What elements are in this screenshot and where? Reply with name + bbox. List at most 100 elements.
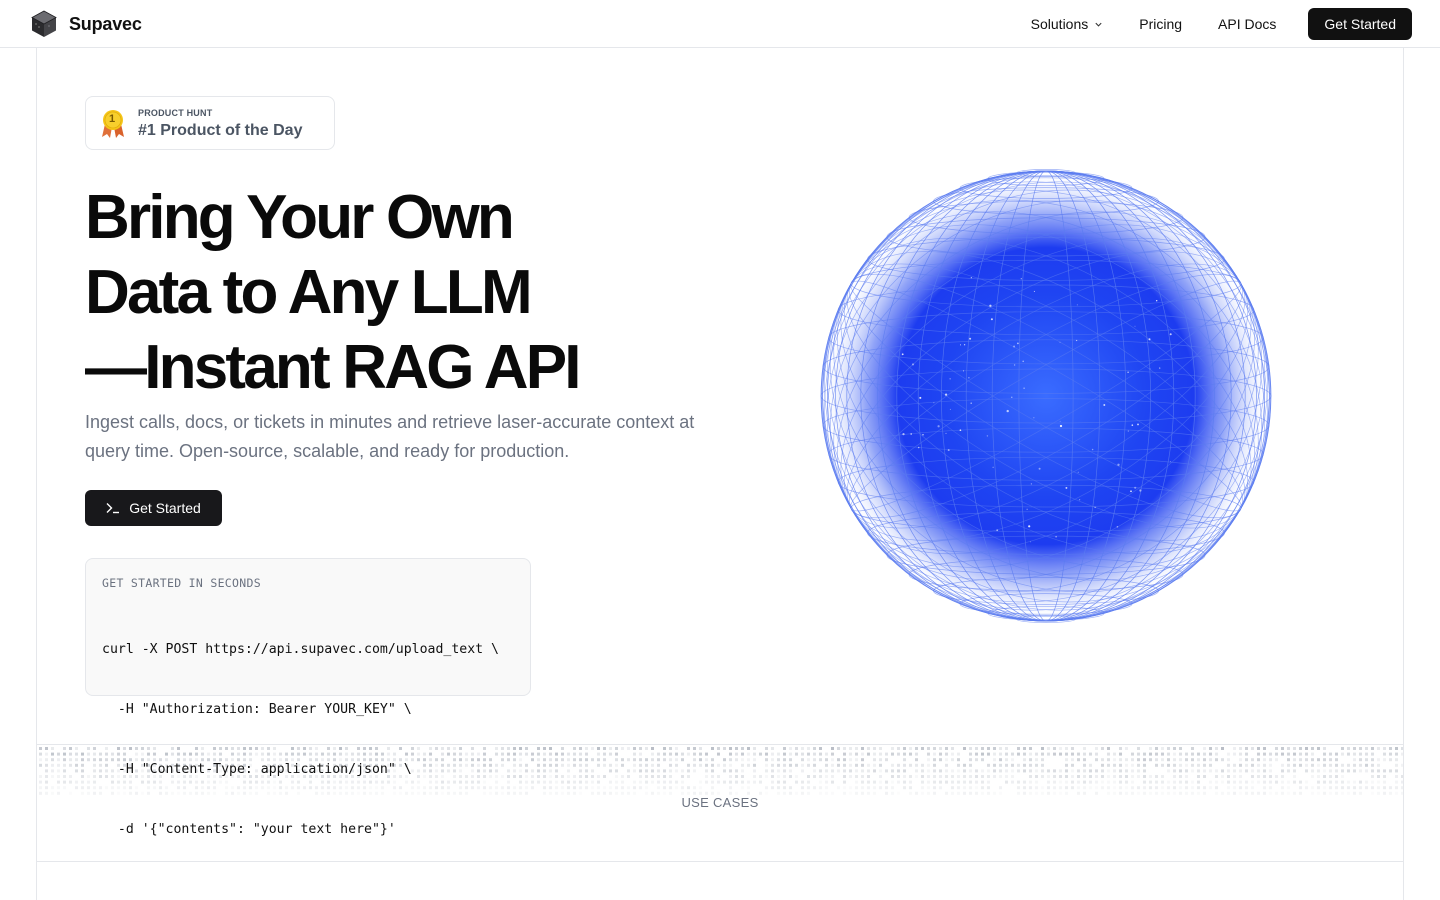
band-dot — [711, 758, 714, 762]
band-dot — [1245, 780, 1248, 784]
band-dot — [1125, 763, 1128, 767]
band-dot — [1047, 775, 1050, 778]
band-dot — [669, 758, 672, 762]
band-dot — [579, 747, 582, 750]
band-dot — [915, 752, 918, 756]
nav-get-started-button[interactable]: Get Started — [1308, 8, 1412, 40]
band-dot — [591, 769, 594, 773]
band-dot — [561, 780, 564, 784]
globe-star — [1117, 463, 1120, 466]
band-dot — [927, 763, 930, 767]
band-dot — [969, 786, 972, 790]
band-dot — [1005, 780, 1008, 784]
band-dot — [1263, 786, 1266, 790]
band-dot — [1101, 763, 1104, 767]
band-dot — [801, 786, 804, 790]
band-dot — [1323, 747, 1326, 750]
band-dot — [1083, 747, 1086, 750]
band-dot — [1167, 752, 1170, 756]
product-hunt-badge[interactable]: 1 PRODUCT HUNT #1 Product of the Day — [85, 96, 335, 150]
band-dot — [1365, 758, 1368, 762]
band-dot — [1191, 747, 1194, 750]
band-dot — [867, 775, 870, 778]
band-dot — [669, 752, 672, 756]
globe-star — [919, 396, 922, 399]
band-dot — [1311, 763, 1314, 767]
band-dot — [531, 758, 534, 762]
band-dot — [801, 769, 804, 773]
band-dot — [1359, 758, 1362, 762]
band-dot — [1233, 786, 1236, 790]
band-dot — [837, 786, 840, 790]
band-dot — [1095, 758, 1098, 762]
band-dot — [1107, 747, 1110, 750]
globe-star — [1075, 339, 1078, 342]
band-dot — [1245, 786, 1248, 790]
code-block[interactable]: curl -X POST https://api.supavec.com/upl… — [102, 600, 499, 880]
band-dot — [819, 769, 822, 773]
band-dot — [879, 780, 882, 784]
band-dot — [1131, 758, 1134, 762]
nav-link-solutions[interactable]: Solutions — [1013, 8, 1122, 40]
band-dot — [597, 752, 600, 756]
band-dot — [885, 786, 888, 790]
band-dot — [1071, 786, 1074, 790]
band-dot — [519, 769, 522, 773]
band-dot — [1053, 780, 1056, 784]
band-dot — [1053, 775, 1056, 778]
nav-link-api-docs[interactable]: API Docs — [1200, 8, 1294, 40]
globe-star — [1130, 490, 1132, 493]
code-line: -d '{"contents": "your text here"}' — [102, 822, 396, 837]
band-dot — [1371, 775, 1374, 778]
band-dot — [1119, 780, 1122, 784]
band-dot — [645, 758, 648, 762]
band-dot — [747, 763, 750, 767]
band-dot — [591, 758, 594, 762]
band-dot — [897, 763, 900, 767]
band-dot — [771, 775, 774, 778]
band-dot — [981, 769, 984, 773]
band-dot — [597, 758, 600, 762]
band-dot — [813, 763, 816, 767]
band-dot — [891, 747, 894, 750]
band-dot — [93, 775, 96, 778]
band-dot — [975, 775, 978, 778]
band-dot — [855, 769, 858, 773]
band-dot — [1113, 758, 1116, 762]
band-dot — [1023, 763, 1026, 767]
band-dot — [1347, 752, 1350, 756]
band-dot — [1089, 786, 1092, 790]
band-dot — [1053, 769, 1056, 773]
band-dot — [87, 747, 90, 750]
band-dot — [645, 786, 648, 790]
band-dot — [627, 747, 630, 750]
band-dot — [933, 747, 936, 750]
band-dot — [1143, 786, 1146, 790]
band-dot — [501, 775, 504, 778]
band-dot — [711, 763, 714, 767]
band-dot — [969, 747, 972, 750]
band-dot — [1221, 769, 1224, 773]
brand-home-link[interactable]: Supavec — [31, 10, 142, 38]
band-dot — [75, 747, 78, 750]
nav-link-pricing[interactable]: Pricing — [1121, 8, 1200, 40]
hero-get-started-button[interactable]: Get Started — [85, 490, 222, 526]
band-dot — [1035, 758, 1038, 762]
band-dot — [1215, 786, 1218, 790]
band-dot — [573, 758, 576, 762]
band-dot — [561, 752, 564, 756]
band-dot — [597, 780, 600, 784]
band-dot — [795, 775, 798, 778]
band-dot — [675, 752, 678, 756]
band-dot — [1107, 758, 1110, 762]
band-dot — [939, 775, 942, 778]
band-dot — [1119, 747, 1122, 750]
band-dot — [1167, 786, 1170, 790]
band-dot — [1299, 758, 1302, 762]
band-dot — [1017, 747, 1020, 750]
band-dot — [1161, 780, 1164, 784]
band-dot — [1047, 747, 1050, 750]
globe-star — [947, 449, 950, 452]
band-dot — [1275, 775, 1278, 778]
band-dot — [75, 786, 78, 790]
